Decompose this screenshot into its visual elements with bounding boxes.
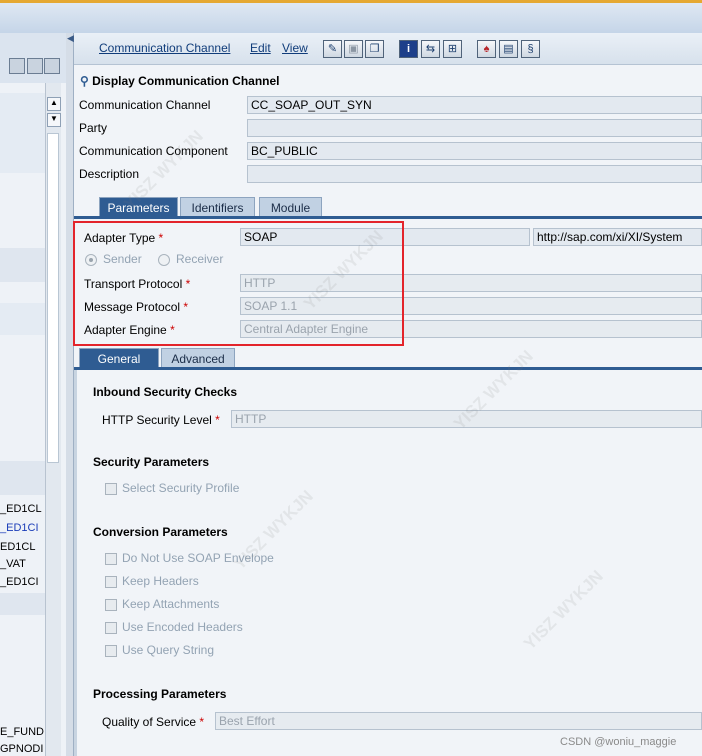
no-soap-envelope-checkbox[interactable] — [105, 553, 117, 565]
select-security-profile-label: Select Security Profile — [122, 481, 240, 495]
network-icon[interactable]: ⇆ — [421, 40, 440, 58]
detail-panel: ⚲ Display Communication Channel Communic… — [74, 65, 702, 756]
no-soap-envelope-label: Do Not Use SOAP Envelope — [122, 551, 274, 565]
list-band — [0, 461, 45, 495]
keep-headers-checkbox[interactable] — [105, 576, 117, 588]
conversion-parameters-title: Conversion Parameters — [93, 525, 228, 539]
pencil-icon[interactable]: ✎ — [323, 40, 342, 58]
pane-splitter[interactable]: ◀ — [66, 33, 74, 756]
description-label: Description — [79, 167, 140, 181]
tab-advanced[interactable]: Advanced — [161, 348, 235, 368]
keep-attachments-label: Keep Attachments — [122, 597, 220, 611]
tab-identifiers[interactable]: Identifiers — [180, 197, 255, 217]
http-security-level-label: HTTP Security Level * — [102, 413, 220, 427]
save-icon[interactable]: ▣ — [344, 40, 363, 58]
list-band — [0, 248, 45, 282]
scroll-thumb[interactable] — [47, 133, 59, 463]
navigation-pane: _ED1CL _ED1CI ED1CL _VAT _ED1CI E_FUND G… — [0, 33, 66, 756]
description-field[interactable] — [247, 165, 702, 183]
hat-icon[interactable]: ♠ — [477, 40, 496, 58]
component-label: Communication Component — [79, 144, 228, 158]
highlight-box — [73, 221, 404, 346]
table-icon[interactable]: ▤ — [499, 40, 518, 58]
panel-edge — [74, 370, 77, 756]
inbound-security-title: Inbound Security Checks — [93, 385, 238, 399]
tab-underline — [74, 216, 702, 219]
square-icon[interactable] — [44, 58, 60, 74]
list-band — [0, 593, 45, 615]
channel-icon: ⚲ — [80, 74, 89, 88]
page-title: ⚲ Display Communication Channel — [80, 74, 280, 88]
tab-general[interactable]: General — [79, 348, 159, 368]
encoded-headers-checkbox[interactable] — [105, 622, 117, 634]
http-security-level-field[interactable]: HTTP — [231, 410, 702, 428]
scroll-up-icon[interactable]: ▲ — [47, 97, 61, 111]
party-field[interactable] — [247, 119, 702, 137]
keep-headers-label: Keep Headers — [122, 574, 199, 588]
tab-parameters[interactable]: Parameters — [99, 197, 178, 217]
component-field[interactable]: BC_PUBLIC — [247, 142, 702, 160]
menu-edit[interactable]: Edit — [250, 41, 271, 55]
channel-field[interactable]: CC_SOAP_OUT_SYN — [247, 96, 702, 114]
quality-of-service-field[interactable]: Best Effort — [215, 712, 702, 730]
channel-label: Communication Channel — [79, 98, 211, 112]
processing-parameters-title: Processing Parameters — [93, 687, 227, 701]
tree-icon[interactable]: ⊞ — [443, 40, 462, 58]
query-string-label: Use Query String — [122, 643, 215, 657]
binoculars-icon[interactable] — [9, 58, 25, 74]
list-item[interactable]: GPNODI — [0, 738, 45, 756]
list-item[interactable]: _ED1CI — [0, 571, 45, 594]
query-string-checkbox[interactable] — [105, 645, 117, 657]
copy-icon[interactable]: ❐ — [365, 40, 384, 58]
menu-communication-channel[interactable]: Communication Channel — [99, 41, 230, 55]
collapse-arrow-icon[interactable]: ◀ — [67, 33, 74, 44]
navigation-scrollbar[interactable]: ▲ ▼ — [45, 83, 61, 756]
tab-module[interactable]: Module — [259, 197, 322, 217]
window-titlebar — [0, 0, 702, 33]
main-toolbar: Communication Channel Edit View ✎ ▣ ❐ i … — [74, 33, 702, 65]
info-icon[interactable]: i — [399, 40, 418, 58]
security-parameters-title: Security Parameters — [93, 455, 210, 469]
subtab-underline — [74, 367, 702, 370]
adapter-namespace-field[interactable]: http://sap.com/xi/XI/System — [533, 228, 702, 246]
party-label: Party — [79, 121, 108, 135]
page-title-text: Display Communication Channel — [92, 74, 280, 88]
quality-of-service-label: Quality of Service * — [102, 715, 205, 729]
navigation-toolbar — [0, 33, 66, 83]
scroll-down-icon[interactable]: ▼ — [47, 113, 61, 127]
keep-attachments-checkbox[interactable] — [105, 599, 117, 611]
menu-view[interactable]: View — [282, 41, 308, 55]
csdn-watermark: CSDN @woniu_maggie — [560, 736, 677, 748]
encoded-headers-label: Use Encoded Headers — [122, 620, 243, 634]
list-band — [0, 303, 45, 335]
tree-toggle-icon[interactable] — [27, 58, 43, 74]
select-security-profile-checkbox[interactable] — [105, 483, 117, 495]
list-band — [0, 93, 45, 173]
scroll-icon[interactable]: § — [521, 40, 540, 58]
